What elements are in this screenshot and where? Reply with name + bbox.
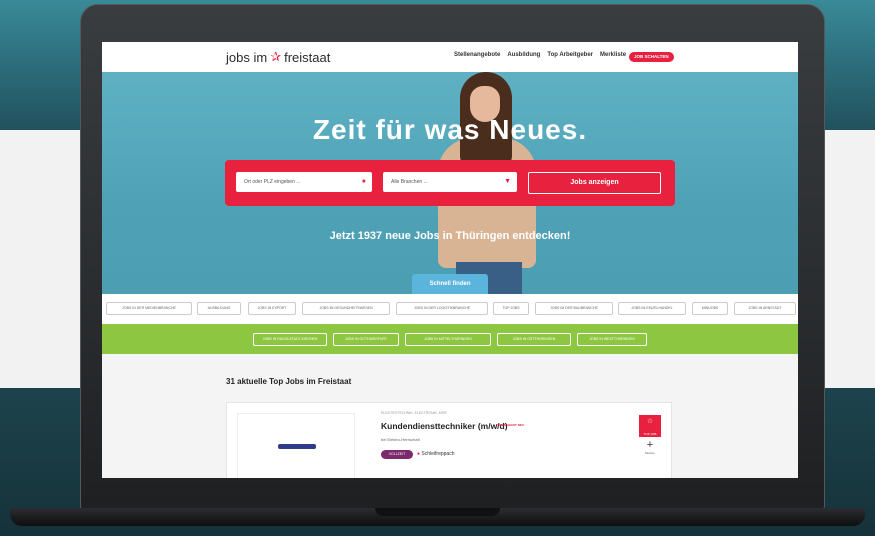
logo-text-left: jobs im bbox=[226, 49, 268, 65]
nav-link-ausbildung[interactable]: Ausbildung bbox=[507, 52, 540, 58]
job-title[interactable]: Kundendiensttechniker (m/w/d) bbox=[381, 421, 508, 431]
site-logo[interactable]: jobs im ✰ freistaat bbox=[226, 49, 330, 65]
nav-link-top-arbeitgeber[interactable]: Top Arbeitgeber bbox=[547, 52, 593, 58]
new-badge: TOPANGEBOT NEU bbox=[496, 423, 525, 427]
category-chip[interactable]: JOBS IM GESUNDHEITSWESEN bbox=[302, 302, 390, 315]
category-chip[interactable]: MINIJOBS bbox=[692, 302, 728, 315]
category-chip[interactable]: TOP JOBS bbox=[493, 302, 529, 315]
region-chip[interactable]: JOBS IN OSTTHÜRINGEN bbox=[497, 333, 571, 346]
region-chip[interactable]: JOBS IN RUDOLSTADT-KIRCHEN bbox=[253, 333, 327, 346]
nav-link-merkliste[interactable]: Merkliste bbox=[600, 52, 626, 58]
category-chip[interactable]: JOBS IN ARNSTADT bbox=[734, 302, 796, 315]
job-search-bar: Ort oder PLZ eingeben ... ● Alle Branche… bbox=[225, 160, 675, 206]
branch-select[interactable]: Alle Branchen ... ▼ bbox=[383, 172, 517, 192]
job-location-text: Schleifreppach bbox=[421, 451, 455, 457]
region-bar: JOBS IN RUDOLSTADT-KIRCHEN JOBS IN GOTHA… bbox=[102, 324, 798, 354]
region-chip[interactable]: JOBS IN WESTTHÜRINGEN bbox=[577, 333, 647, 346]
logo-text-right: freistaat bbox=[284, 49, 331, 65]
bookmark-button[interactable]: + Merken bbox=[641, 439, 659, 455]
job-schalten-button[interactable]: JOB SCHALTEN bbox=[629, 52, 674, 62]
listing-section: 31 aktuelle Top Jobs im Freistaat ELEKTR… bbox=[102, 354, 798, 478]
job-location: ● Schleifreppach bbox=[417, 451, 455, 457]
job-card[interactable]: ELEKTROTECHNIK, ELEKTRONIK, MSR Kundendi… bbox=[226, 402, 672, 478]
category-chip[interactable]: JOBS IN DER LOGISTIKBRANCHE bbox=[396, 302, 488, 315]
job-category: ELEKTROTECHNIK, ELEKTRONIK, MSR bbox=[381, 411, 447, 415]
star-icon: ☆ bbox=[646, 418, 654, 425]
region-chip[interactable]: JOBS IN GOTHA/ERFURT bbox=[333, 333, 399, 346]
top-navigation: jobs im ✰ freistaat Stellenangebote Ausb… bbox=[102, 42, 798, 72]
nav-links: Stellenangebote Ausbildung Top Arbeitgeb… bbox=[454, 52, 626, 58]
category-chip[interactable]: JOBS IM EINZELHANDEL bbox=[618, 302, 686, 315]
company-logo bbox=[237, 413, 355, 478]
laptop-screen: jobs im ✰ freistaat Stellenangebote Ausb… bbox=[102, 42, 798, 478]
top-job-label: TOP JOB bbox=[643, 432, 657, 436]
listing-title: 31 aktuelle Top Jobs im Freistaat bbox=[226, 377, 352, 386]
plus-icon: + bbox=[646, 439, 654, 451]
category-chip[interactable]: JOBS IN EXPORT bbox=[248, 302, 296, 315]
hero-title: Zeit für was Neues. bbox=[312, 114, 588, 145]
company-logo-mark bbox=[278, 444, 316, 449]
location-pin-icon: ● bbox=[417, 451, 421, 457]
star-icon: ✰ bbox=[270, 49, 282, 64]
category-bar: JOBS IN DER MEDIENBRANCHE AUSBILDUNG JOB… bbox=[102, 294, 798, 324]
category-chip[interactable]: AUSBILDUNG bbox=[197, 302, 241, 315]
hero-section: Zeit für was Neues. Ort oder PLZ eingebe… bbox=[102, 72, 798, 294]
job-company: bei Elektro-Herrschaft bbox=[381, 437, 420, 442]
chevron-down-icon: ▼ bbox=[504, 178, 511, 185]
category-chip[interactable]: JOBS IM DER BAUBRANCHE bbox=[535, 302, 613, 315]
category-chip[interactable]: JOBS IN DER MEDIENBRANCHE bbox=[106, 302, 192, 315]
employment-type-badge: VOLLZEIT bbox=[381, 450, 413, 459]
search-jobs-button[interactable]: Jobs anzeigen bbox=[528, 172, 661, 194]
nav-link-stellenangebote[interactable]: Stellenangebote bbox=[454, 52, 500, 58]
tab-schnell-finden[interactable]: Schnell finden bbox=[412, 274, 488, 294]
laptop-notch bbox=[375, 508, 500, 516]
location-input[interactable]: Ort oder PLZ eingeben ... ● bbox=[236, 172, 372, 192]
region-chip[interactable]: JOBS IN MITTELTHÜRINGEN bbox=[405, 333, 491, 346]
location-pin-icon: ● bbox=[361, 178, 366, 185]
branch-placeholder: Alle Branchen ... bbox=[391, 179, 428, 185]
hero-subtitle: Jetzt 1937 neue Jobs in Thüringen entdec… bbox=[329, 230, 571, 242]
top-job-badge: ☆ TOP JOB bbox=[639, 415, 661, 437]
bookmark-label: Merken bbox=[644, 451, 655, 455]
location-placeholder: Ort oder PLZ eingeben ... bbox=[244, 179, 301, 185]
